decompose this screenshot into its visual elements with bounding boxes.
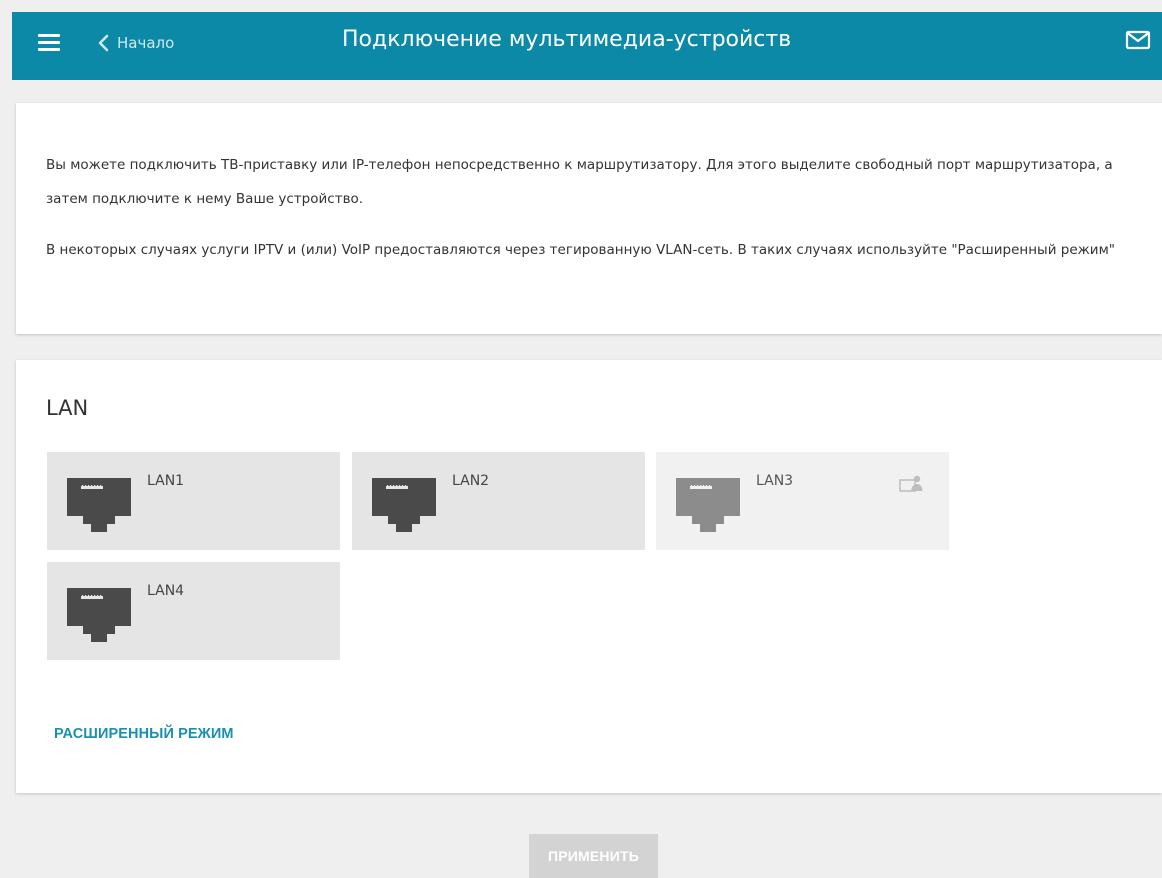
port-tile-lan1[interactable]: LAN1 — [47, 452, 340, 550]
port-label: LAN3 — [756, 473, 794, 489]
top-bar: Начало Подключение мультимедиа-устройств — [12, 12, 1162, 80]
port-tile-lan3[interactable]: LAN3 — [656, 452, 949, 550]
back-link-label: Начало — [117, 34, 175, 52]
hamburger-menu-icon[interactable] — [38, 34, 60, 52]
port-tile-lan4[interactable]: LAN4 — [47, 562, 340, 660]
mail-icon[interactable] — [1125, 30, 1151, 52]
advanced-mode-link[interactable]: РАСШИРЕННЫЙ РЕЖИМ — [54, 726, 234, 742]
info-paragraph-2: В некоторых случаях услуги IPTV и (или) … — [46, 242, 1115, 258]
chevron-left-icon — [98, 34, 109, 52]
page-title: Подключение мультимедиа-устройств — [342, 27, 792, 52]
computer-user-icon — [899, 475, 923, 492]
port-label: LAN1 — [147, 473, 185, 489]
port-label: LAN2 — [452, 473, 490, 489]
info-paragraph-1: Вы можете подключить ТВ-приставку или IP… — [46, 157, 1113, 207]
port-label: LAN4 — [147, 583, 185, 599]
ethernet-port-icon — [372, 478, 436, 532]
port-tile-lan2[interactable]: LAN2 — [352, 452, 645, 550]
lan-section-title: LAN — [46, 396, 89, 420]
ethernet-port-icon — [676, 478, 740, 532]
back-link[interactable]: Начало — [98, 31, 174, 55]
lan-card: LAN LAN1 LAN2 LAN3 LAN4 РАСШИРЕННЫЙ РЕЖИ… — [16, 360, 1162, 793]
ethernet-port-icon — [67, 478, 131, 532]
info-card: Вы можете подключить ТВ-приставку или IP… — [16, 103, 1162, 334]
ethernet-port-icon — [67, 588, 131, 642]
apply-button[interactable]: ПРИМЕНИТЬ — [529, 834, 658, 878]
